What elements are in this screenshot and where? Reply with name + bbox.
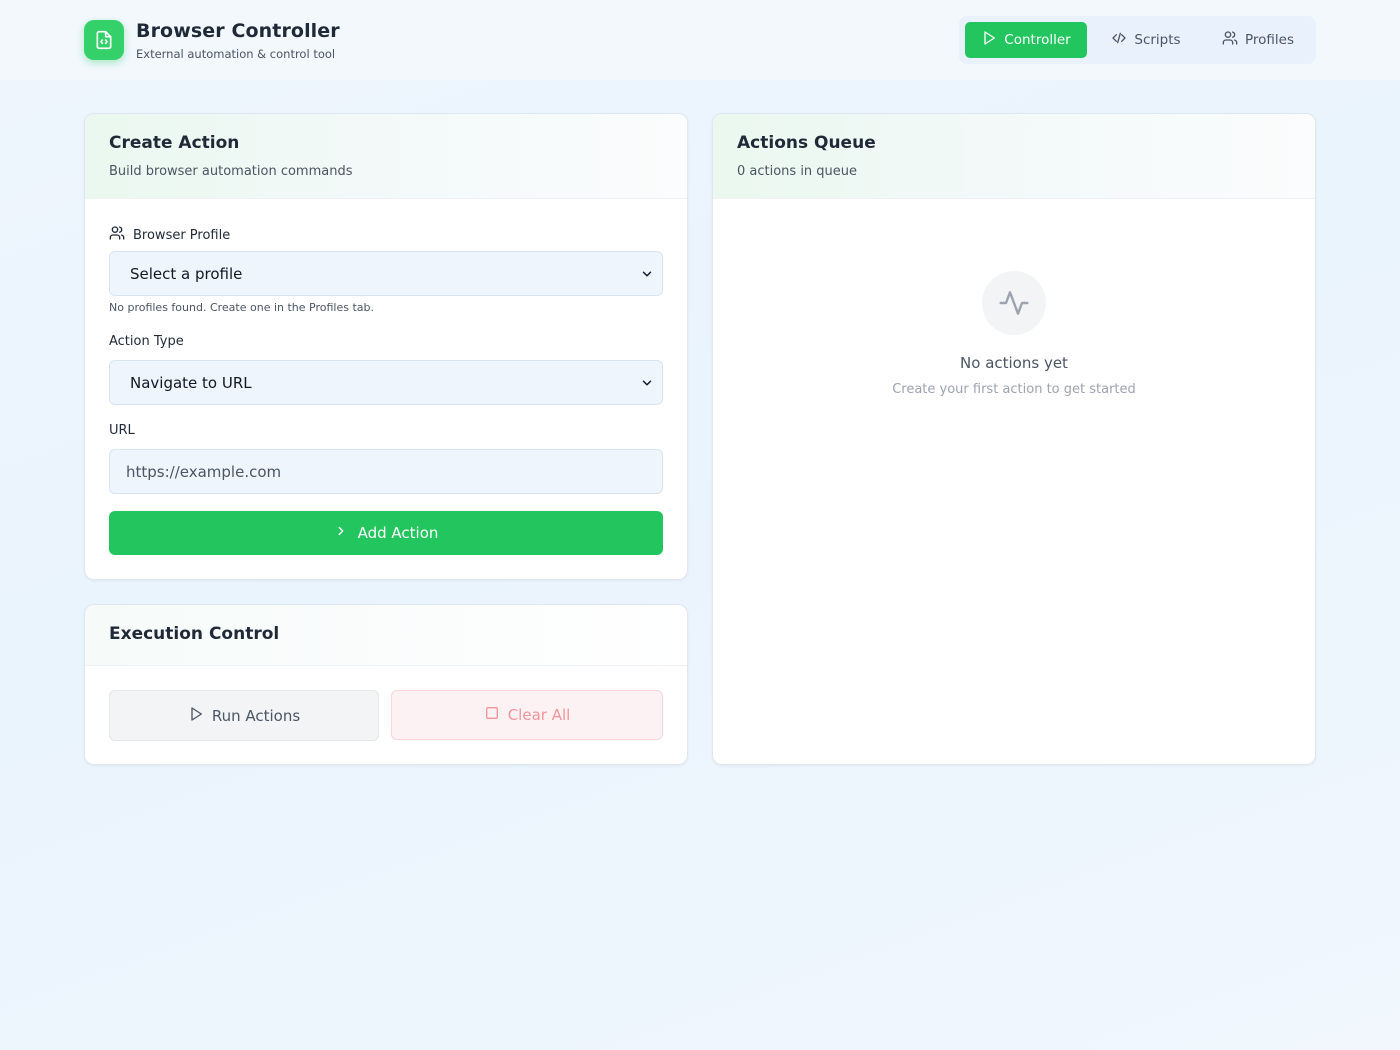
empty-state-title: No actions yet [960,354,1068,372]
users-icon [109,225,125,245]
profile-hint: No profiles found. Create one in the Pro… [109,301,374,314]
create-action-header: Create Action Build browser automation c… [85,114,687,199]
code-file-icon [84,20,124,60]
action-type-select[interactable]: Navigate to URL [109,360,663,405]
app-subtitle: External automation & control tool [136,47,336,61]
actions-queue-count: 0 actions in queue [737,164,858,179]
tab-controller-label: Controller [1004,32,1071,48]
profile-label: Browser Profile [109,225,230,245]
empty-state-subtitle: Create your first action to get started [892,382,1136,397]
profile-label-text: Browser Profile [133,227,231,243]
app-header: Browser Controller External automation &… [0,0,1400,80]
tab-controller[interactable]: Controller [965,22,1087,58]
url-label: URL [109,423,135,438]
activity-icon [982,271,1046,335]
run-actions-button[interactable]: Run Actions [109,690,379,741]
tab-scripts[interactable]: Scripts [1095,22,1197,58]
chevron-right-icon [334,524,348,542]
app-title: Browser Controller [136,20,340,42]
chevron-down-icon [640,267,654,285]
execution-control-card: Execution Control Run Actions Clear All [84,604,688,765]
tab-profiles-label: Profiles [1244,32,1294,48]
run-actions-label: Run Actions [211,706,301,725]
code-icon [1111,30,1127,50]
url-input[interactable]: https://example.com [109,449,663,494]
execution-title: Execution Control [109,624,280,644]
create-action-card: Create Action Build browser automation c… [84,113,688,580]
action-type-label: Action Type [109,334,184,349]
url-placeholder: https://example.com [126,462,282,481]
profile-select[interactable]: Select a profile [109,251,663,296]
action-type-value: Navigate to URL [130,373,252,392]
actions-queue-header: Actions Queue 0 actions in queue [713,114,1315,199]
users-icon [1222,30,1238,50]
chevron-down-icon [640,376,654,394]
play-icon [188,706,204,726]
square-icon [484,705,500,725]
main-nav: Controller Scripts Profiles [959,16,1316,64]
create-action-title: Create Action [109,133,240,153]
actions-queue-card: Actions Queue 0 actions in queue No acti… [712,113,1316,765]
execution-header: Execution Control [85,605,687,666]
clear-all-button[interactable]: Clear All [391,690,663,740]
tab-scripts-label: Scripts [1134,32,1181,48]
actions-queue-title: Actions Queue [737,133,876,153]
add-action-button[interactable]: Add Action [109,511,663,555]
profile-select-value: Select a profile [130,264,243,283]
add-action-label: Add Action [357,524,439,542]
tab-profiles[interactable]: Profiles [1205,22,1311,58]
create-action-subtitle: Build browser automation commands [109,164,353,179]
clear-all-label: Clear All [507,706,571,724]
play-icon [981,30,997,50]
